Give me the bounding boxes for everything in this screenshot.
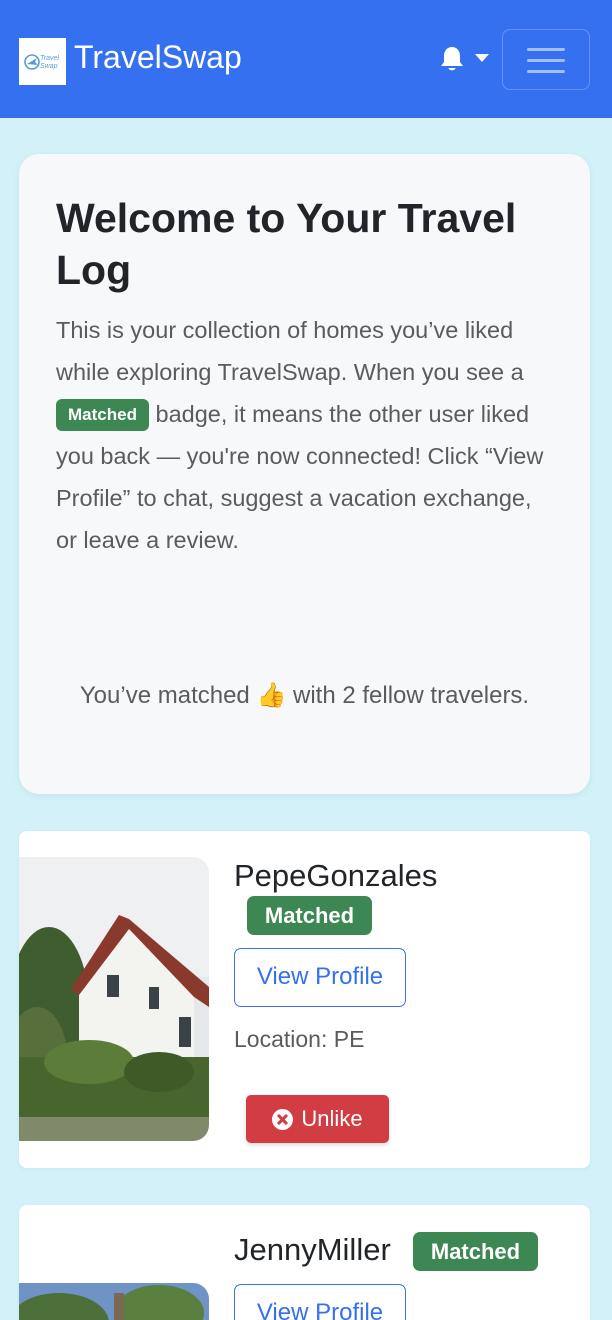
listing-username: JennyMiller xyxy=(234,1232,391,1267)
listing-location: Location: PE xyxy=(234,1026,365,1052)
match-count-text: You’ve matched 👍 with 2 fellow travelers… xyxy=(19,679,590,713)
intro-description: This is your collection of homes you’ve … xyxy=(56,309,551,561)
unlike-button[interactable]: Unlike xyxy=(246,1095,389,1143)
listing-username: PepeGonzales xyxy=(234,858,438,893)
intro-text-part-1: This is your collection of homes you’ve … xyxy=(56,317,524,385)
match-count-prefix: You’ve matched xyxy=(79,682,257,709)
matched-badge: Matched xyxy=(413,1232,538,1271)
home-photo[interactable] xyxy=(19,857,209,1141)
brand-logo[interactable]: Travel Swap xyxy=(19,38,66,85)
navbar-toggler-button[interactable] xyxy=(502,29,590,90)
brand-name[interactable]: TravelSwap xyxy=(74,38,242,76)
listing-card: JennyMiller Matched View Profile xyxy=(19,1205,590,1320)
matched-badge: Matched xyxy=(247,896,372,935)
hamburger-icon-bar xyxy=(527,59,565,62)
hamburger-icon-bar xyxy=(527,70,565,73)
hamburger-icon-bar xyxy=(527,48,565,51)
top-navbar: Travel Swap TravelSwap xyxy=(0,0,612,118)
travel-log-intro-card: Welcome to Your Travel Log This is your … xyxy=(19,154,590,794)
close-circle-icon xyxy=(272,1108,294,1130)
view-profile-button[interactable]: View Profile xyxy=(234,948,406,1007)
bell-icon[interactable] xyxy=(439,45,465,73)
caret-down-icon[interactable] xyxy=(474,53,490,63)
view-profile-button[interactable]: View Profile xyxy=(234,1284,406,1320)
match-count-suffix: with 2 fellow travelers. xyxy=(286,682,530,709)
listing-card: PepeGonzales Matched View Profile Locati… xyxy=(19,831,590,1168)
page-title: Welcome to Your Travel Log xyxy=(56,195,517,293)
thumbs-up-icon: 👍 xyxy=(256,682,287,709)
matched-badge-example: Matched xyxy=(56,399,149,431)
unlike-button-label: Unlike xyxy=(301,1106,363,1131)
logo-text: Travel xyxy=(40,55,59,62)
logo-text: Swap xyxy=(40,63,58,70)
home-photo[interactable] xyxy=(19,1283,209,1320)
logo-plane-icon: TravelSwap xyxy=(23,53,59,70)
